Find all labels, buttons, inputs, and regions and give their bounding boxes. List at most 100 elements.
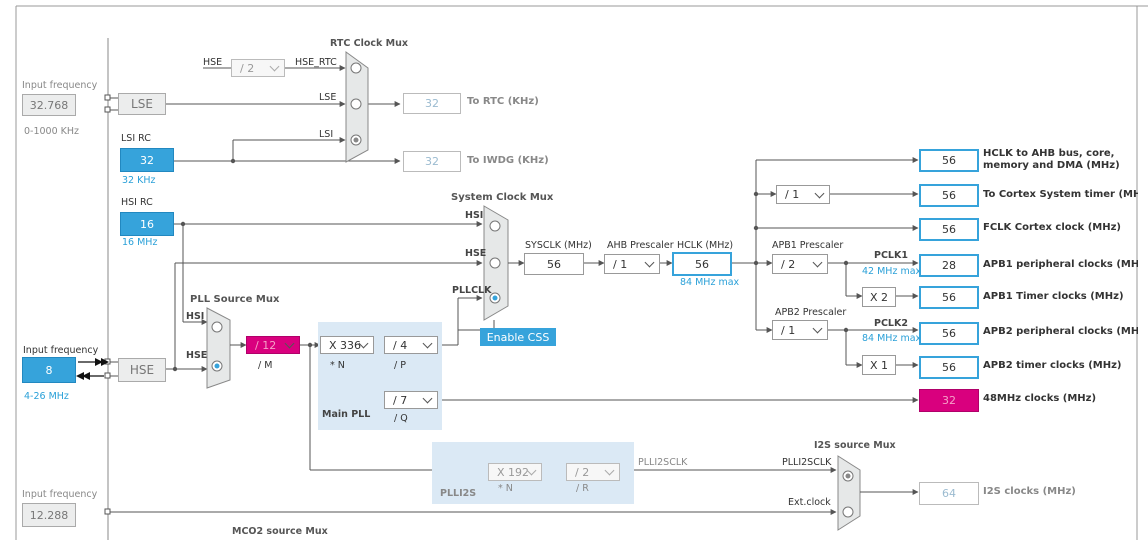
apb1-timer-output[interactable]: 56: [919, 286, 979, 309]
system-clock-mux-title: System Clock Mux: [451, 192, 554, 203]
pll-q-value: / 7: [393, 393, 408, 407]
apb2-peripheral-output[interactable]: 56: [919, 322, 979, 345]
sysmux-pllclk-label: PLLCLK: [452, 285, 492, 296]
pll-source-mux-title: PLL Source Mux: [190, 294, 280, 305]
fclk-output[interactable]: 56: [919, 218, 979, 241]
iwdg-output-label: To IWDG (KHz): [467, 155, 549, 166]
apb1-prescaler-select[interactable]: / 2: [772, 254, 828, 274]
apb2-prescaler-select[interactable]: / 1: [772, 320, 828, 340]
chevron-down-icon: [812, 257, 823, 268]
i2s-source-mux-title: I2S source Mux: [814, 440, 896, 451]
rtc-lsi-label: LSI: [319, 129, 334, 140]
plli2s-r-label: / R: [576, 483, 589, 494]
lsi-rc-label: LSI RC: [121, 133, 151, 144]
hclk-ahb-output-label-line2: memory and DMA (MHz): [983, 160, 1120, 171]
plli2s-r-value: / 2: [575, 465, 590, 479]
sysmux-hse-label: HSE: [465, 248, 487, 259]
pll-n-label: * N: [330, 360, 345, 371]
i2s-output-box[interactable]: 64: [919, 482, 979, 505]
plli2s-n-label: * N: [498, 483, 513, 494]
hclk-ahb-output-label-line1: HCLK to AHB bus, core,: [983, 148, 1115, 159]
pll-p-label: / P: [394, 360, 406, 371]
48mhz-output[interactable]: 32: [919, 389, 979, 412]
hse-source-box[interactable]: HSE: [118, 358, 166, 382]
pll-mux-hse-label: HSE: [186, 350, 208, 361]
pclk2-max: 84 MHz max: [862, 333, 922, 344]
lsi-rc-box[interactable]: 32: [120, 148, 174, 172]
apb2-prescaler-label: APB2 Prescaler: [775, 307, 847, 318]
lse-input-field[interactable]: 32.768: [22, 94, 76, 116]
i2s-output-label: I2S clocks (MHz): [983, 486, 1076, 497]
lse-input-label: Input frequency: [22, 80, 98, 91]
apb1-prescaler-label: APB1 Prescaler: [772, 240, 844, 251]
hclk-max: 84 MHz max: [680, 277, 740, 288]
pll-q-label: / Q: [394, 413, 408, 424]
hclk-ahb-output-label: HCLK to AHB bus, core, memory and DMA (M…: [983, 148, 1120, 172]
pll-p-value: / 4: [393, 338, 408, 352]
i2s-input-label: Input frequency: [22, 489, 98, 500]
chevron-down-icon: [269, 61, 280, 72]
pll-m-divider-select[interactable]: / 12: [246, 336, 300, 354]
hclk-ahb-output[interactable]: 56: [919, 149, 979, 172]
apb1-timer-output-label: APB1 Timer clocks (MHz): [983, 291, 1124, 302]
pclk1-max: 42 MHz max: [862, 266, 922, 277]
apb2-timer-output[interactable]: 56: [919, 356, 979, 379]
apb1-timer-multiplier: X 2: [862, 287, 896, 307]
apb1-peripheral-output-label: APB1 peripheral clocks (MHz): [983, 259, 1138, 270]
apb2-timer-output-label: APB2 timer clocks (MHz): [983, 360, 1122, 371]
fclk-output-label: FCLK Cortex clock (MHz): [983, 222, 1121, 233]
plli2s-r-divider-select[interactable]: / 2: [566, 463, 620, 481]
hsi-rc-label: HSI RC: [121, 197, 153, 208]
sysclk-label: SYSCLK (MHz): [525, 240, 592, 251]
pll-q-divider-select[interactable]: / 7: [384, 391, 438, 409]
chevron-down-icon: [604, 465, 615, 476]
i2s-ext-clock-label: Ext.clock: [788, 497, 831, 508]
chevron-down-icon: [644, 257, 655, 268]
chevron-down-icon: [814, 188, 825, 198]
chevron-down-icon: [812, 323, 823, 334]
apb2-prescaler-value: / 1: [781, 323, 796, 337]
plli2s-n-multiplier-select[interactable]: X 192: [488, 463, 542, 481]
hsi-rc-box[interactable]: 16: [120, 212, 174, 236]
hse-input-label: Input frequency: [23, 345, 99, 356]
ahb-prescaler-label: AHB Prescaler: [607, 240, 674, 251]
cortex-timer-output[interactable]: 56: [919, 184, 979, 207]
ahb-prescaler-select[interactable]: / 1: [604, 254, 660, 274]
hse-input-field[interactable]: 8: [22, 357, 76, 383]
hsi-rc-unit: 16 MHz: [122, 237, 158, 248]
hclk-box[interactable]: 56: [672, 252, 732, 276]
apb2-peripheral-output-label: APB2 peripheral clocks (MHz): [983, 326, 1138, 337]
chevron-down-icon: [422, 338, 433, 349]
main-pll-title: Main PLL: [322, 409, 371, 420]
cortex-timer-output-label: To Cortex System timer (MHz): [983, 189, 1138, 200]
i2s-plli2sclk-label: PLLI2SCLK: [782, 457, 832, 468]
rtc-hse-rtc-label: HSE_RTC: [295, 57, 337, 68]
rtc-hse-divider-value: / 2: [240, 61, 255, 75]
rtc-hse-divider-select[interactable]: / 2: [231, 59, 285, 77]
sysclk-box[interactable]: 56: [524, 253, 584, 275]
pll-n-value: X 336: [329, 338, 362, 352]
rtc-output-box[interactable]: 32: [403, 93, 461, 114]
lse-input-range: 0-1000 KHz: [24, 126, 80, 137]
hclk-label: HCLK (MHz): [677, 240, 734, 251]
i2s-input-field[interactable]: 12.288: [22, 503, 76, 527]
enable-css-button[interactable]: Enable CSS: [480, 328, 556, 346]
mco2-source-mux-title: MCO2 source Mux: [232, 526, 328, 537]
rtc-clock-mux-title: RTC Clock Mux: [330, 38, 409, 49]
pclk1-label: PCLK1: [874, 250, 908, 261]
pll-n-multiplier-select[interactable]: X 336: [320, 336, 374, 354]
48mhz-output-label: 48MHz clocks (MHz): [983, 393, 1097, 404]
pclk2-label: PCLK2: [874, 318, 908, 329]
pll-p-divider-select[interactable]: / 4: [384, 336, 438, 354]
iwdg-output-box[interactable]: 32: [403, 151, 461, 172]
apb1-peripheral-output[interactable]: 28: [919, 254, 979, 277]
chevron-down-icon: [422, 393, 433, 404]
ahb-prescaler-value: / 1: [613, 257, 628, 271]
pll-m-value: / 12: [255, 338, 277, 352]
pll-m-label: / M: [258, 360, 273, 371]
cortex-timer-divider-value: / 1: [785, 188, 800, 201]
lse-source-box[interactable]: LSE: [118, 93, 166, 115]
rtc-hse-label: HSE: [203, 57, 223, 68]
pll-mux-hsi-label: HSI: [186, 311, 205, 322]
cortex-timer-divider-select[interactable]: / 1: [776, 185, 830, 204]
